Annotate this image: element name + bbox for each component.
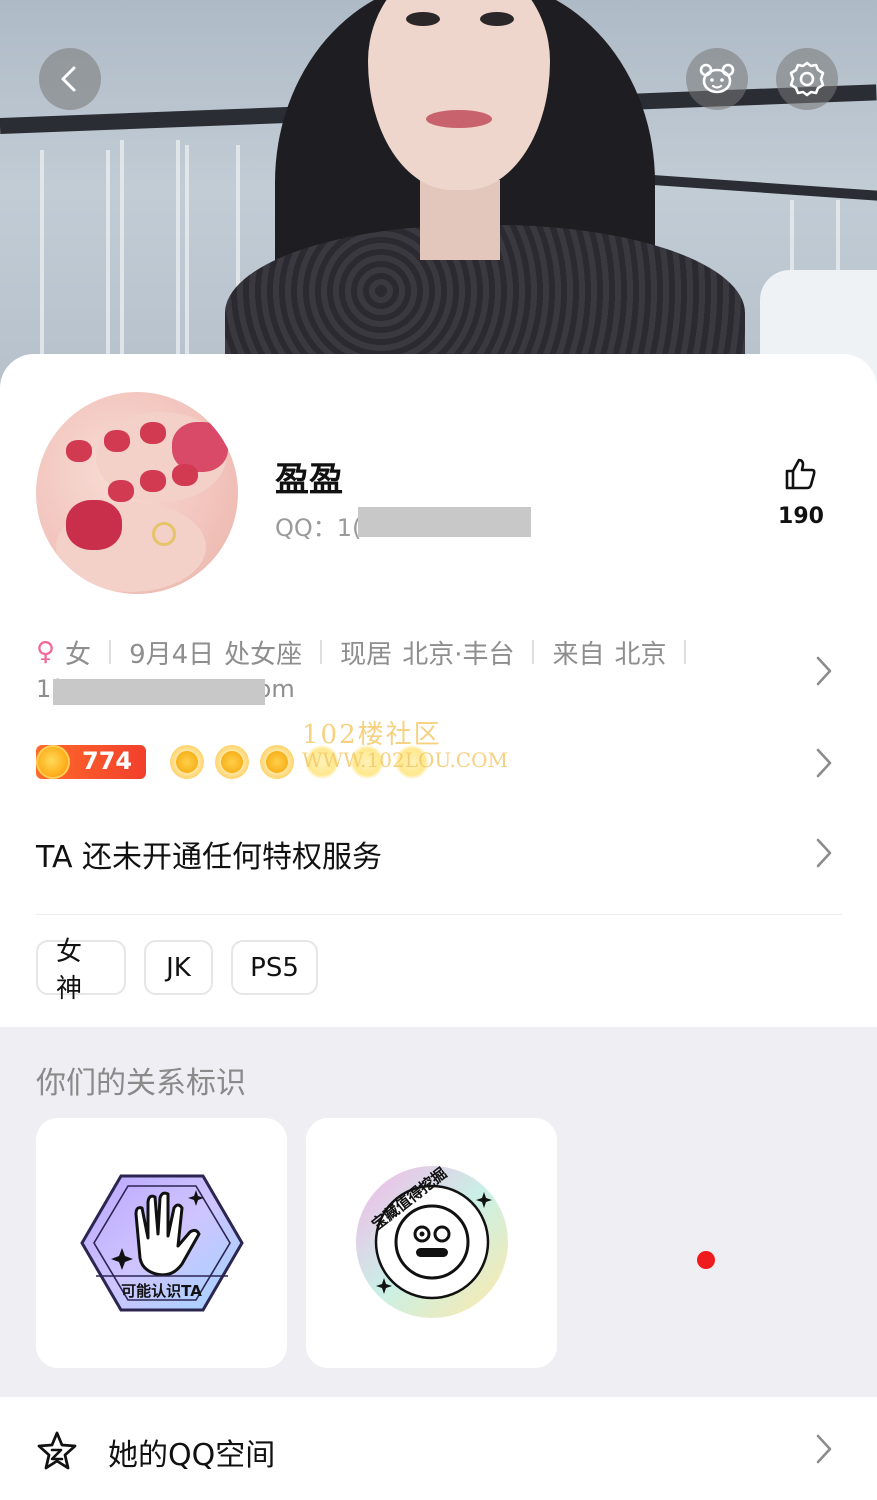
chevron-right-icon[interactable] — [812, 1432, 836, 1466]
tag-list: 女神 JK PS5 — [36, 937, 318, 1004]
like-count: 190 — [778, 504, 824, 529]
back-button[interactable] — [39, 48, 101, 110]
sun-icon — [260, 745, 294, 779]
qzone-label: 她的QQ空间 — [108, 1438, 276, 1473]
birthday-text: 9月4日 — [129, 639, 215, 670]
separator — [684, 640, 687, 664]
chevron-right-icon[interactable] — [812, 836, 836, 870]
separator — [109, 640, 112, 664]
origin-label: 来自 — [552, 639, 605, 670]
tag-chip[interactable]: JK — [144, 940, 213, 995]
tag-chip[interactable]: 女神 — [36, 937, 126, 1004]
avatar-nail — [66, 440, 92, 462]
wave-hand-badge-icon — [80, 1174, 244, 1312]
level-number: 774 — [82, 747, 133, 775]
profile-page: 盈盈 QQ：1( 190 ♀ 女 9月4日 处女座 现居 北京·丰台 来自 北京… — [0, 0, 877, 1500]
avatar-ring — [152, 522, 176, 546]
relation-badge-card[interactable]: 可能认识TA — [36, 1118, 287, 1368]
profile-info-row[interactable]: ♀ 女 9月4日 处女座 现居 北京·丰台 来自 北京 — [36, 634, 704, 670]
portrait-eye — [406, 12, 440, 26]
redaction-bar — [358, 507, 531, 537]
chevron-left-icon — [61, 66, 76, 92]
relation-badge-label: 可能认识TA — [121, 1282, 202, 1300]
qq-number: QQ：1( — [275, 508, 361, 543]
settings-button[interactable] — [776, 48, 838, 110]
hanger — [40, 150, 110, 380]
gear-icon — [789, 61, 825, 97]
watermark: 102楼社区 WWW.102LOU.COM — [302, 722, 508, 770]
qq-number-text: QQ：1( — [275, 514, 362, 542]
portrait-lips — [426, 110, 492, 128]
relation-title: 你们的关系标识 — [36, 1066, 246, 1101]
avatar[interactable] — [36, 392, 238, 594]
avatar-nail — [172, 464, 198, 486]
avatar-nail — [140, 422, 166, 444]
chevron-right-icon[interactable] — [812, 654, 836, 688]
zodiac-text: 处女座 — [224, 639, 303, 670]
gender-text: 女 — [65, 639, 92, 670]
sun-icon — [170, 745, 204, 779]
notification-dot — [697, 1251, 715, 1269]
hanger — [120, 140, 180, 370]
origin-text: 北京 — [614, 639, 667, 670]
chevron-right-icon[interactable] — [812, 746, 836, 780]
redaction-bar — [53, 679, 265, 705]
avatar-nail — [66, 500, 122, 550]
avatar-nail — [140, 470, 166, 492]
sun-icon — [215, 745, 249, 779]
thumbs-up-icon — [785, 458, 816, 490]
separator — [320, 640, 323, 664]
separator — [532, 640, 535, 664]
residence-text: 北京·丰台 — [402, 639, 515, 670]
avatar-nail — [104, 430, 130, 452]
pet-button[interactable] — [686, 48, 748, 110]
relation-badge-card[interactable]: 宝藏值得挖掘 — [306, 1118, 557, 1368]
portrait-eye — [480, 12, 514, 26]
treasure-face-badge-icon — [356, 1166, 508, 1318]
avatar-nail — [108, 480, 134, 502]
portrait-neck — [420, 180, 500, 260]
residence-label: 现居 — [340, 639, 393, 670]
watermark-url: WWW.102LOU.COM — [302, 748, 508, 772]
pet-bear-icon — [699, 63, 735, 94]
female-icon: ♀ — [36, 637, 56, 667]
profile-name: 盈盈 — [275, 460, 343, 500]
divider — [36, 914, 842, 915]
watermark-title: 102楼社区 — [302, 720, 442, 750]
coin-icon — [36, 745, 70, 779]
tag-chip[interactable]: PS5 — [231, 940, 318, 995]
like-button[interactable] — [770, 456, 832, 496]
level-badge: 774 — [36, 745, 146, 779]
privilege-text[interactable]: TA 还未开通任何特权服务 — [36, 832, 382, 876]
qzone-star-icon — [37, 1431, 77, 1470]
